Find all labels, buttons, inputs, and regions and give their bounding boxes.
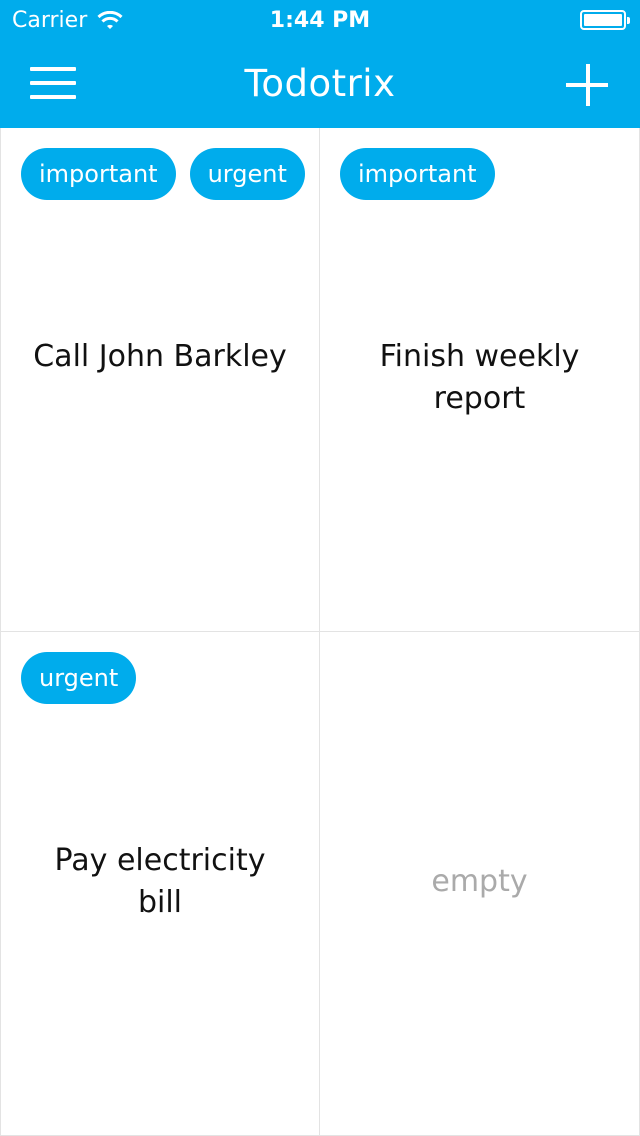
quadrant-empty[interactable]: empty <box>320 632 640 1136</box>
plus-icon[interactable] <box>566 64 610 108</box>
quadrant-important-urgent[interactable]: important urgent Call John Barkley <box>0 128 320 632</box>
empty-label: empty <box>431 864 528 899</box>
quadrant-urgent[interactable]: urgent Pay electricity bill <box>0 632 320 1136</box>
tag-badge: important <box>21 148 176 200</box>
quadrant-important[interactable]: important Finish weekly report <box>320 128 640 632</box>
tag-list: important <box>340 148 509 200</box>
status-time: 1:44 PM <box>269 8 371 33</box>
battery-icon <box>580 10 630 30</box>
task-title: Pay electricity bill <box>54 843 266 920</box>
task-title: Call John Barkley <box>33 339 287 374</box>
tag-badge: urgent <box>21 652 137 704</box>
tag-list: urgent <box>21 652 150 704</box>
task-matrix: important urgent Call John Barkley impor… <box>0 128 640 1136</box>
app-header: Carrier 1:44 PM Todotrix <box>0 0 640 128</box>
tag-list: important urgent <box>21 148 319 200</box>
tag-badge: important <box>340 148 495 200</box>
page-title: Todotrix <box>244 62 396 105</box>
status-bar: Carrier 1:44 PM <box>0 0 640 40</box>
navigation-bar: Todotrix <box>0 40 640 128</box>
tag-badge: urgent <box>189 148 305 200</box>
task-title: Finish weekly report <box>379 339 580 416</box>
